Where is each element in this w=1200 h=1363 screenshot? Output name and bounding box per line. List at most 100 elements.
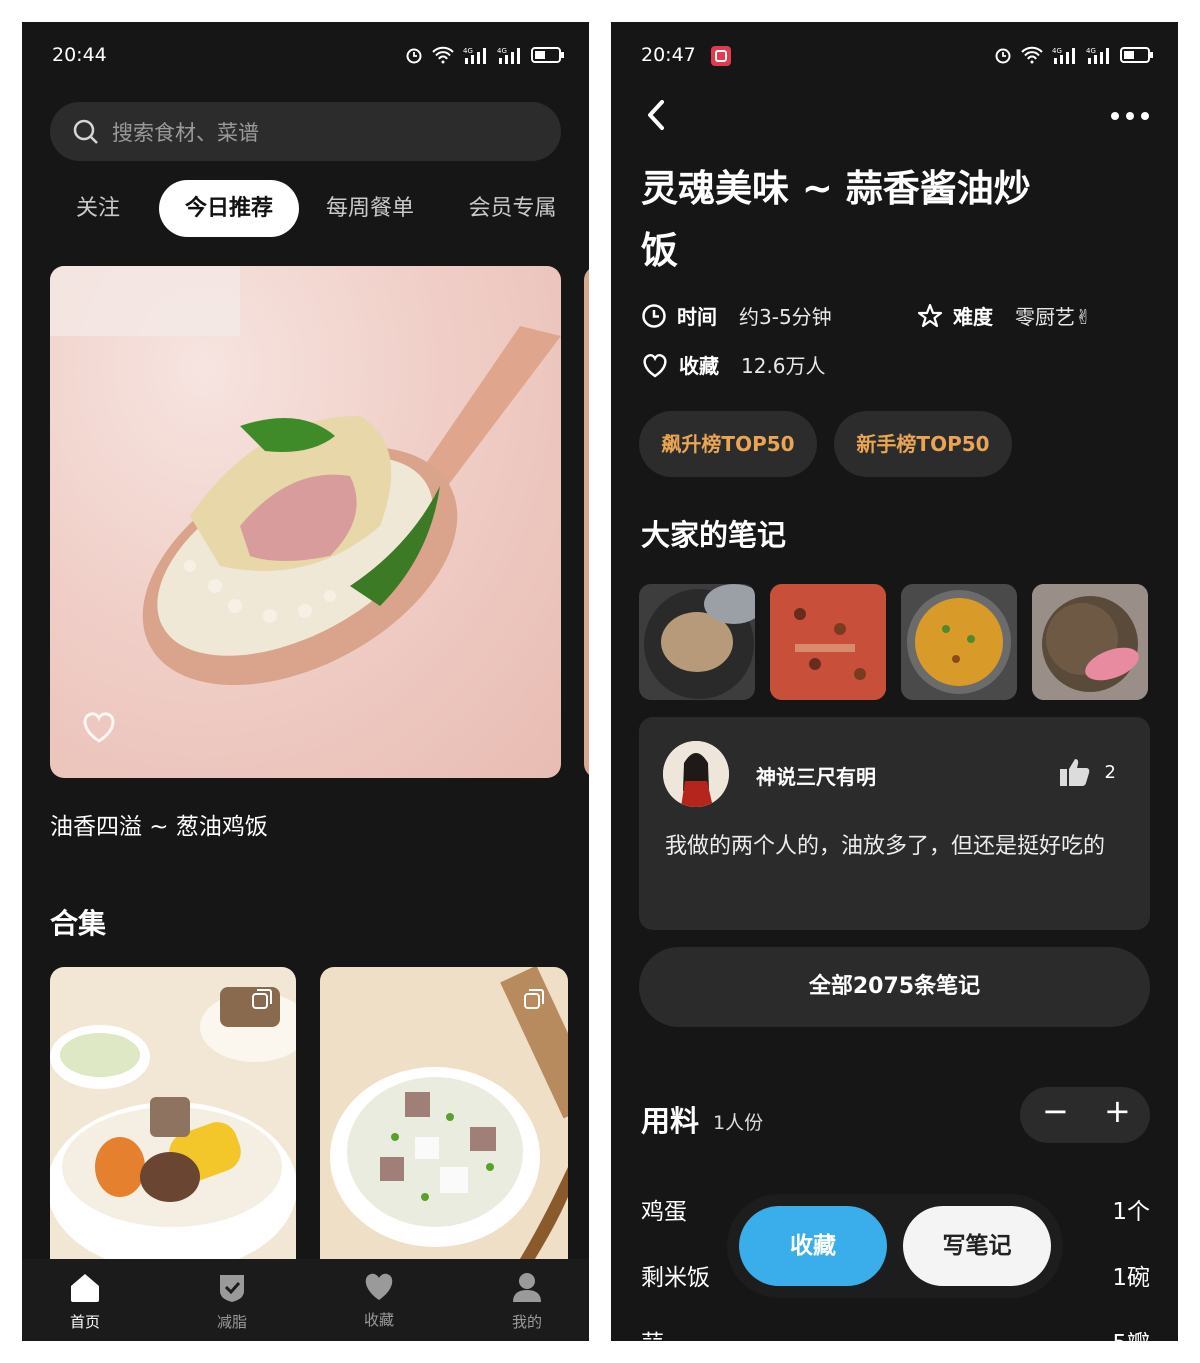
- signal-icon-2: 4G: [1086, 47, 1109, 64]
- note-text: 我做的两个人的，油放多了，但还是挺好吃的: [665, 834, 1106, 859]
- favorite-count-value: 12.6万人: [741, 354, 826, 378]
- tab-today[interactable]: 今日推荐: [159, 180, 299, 237]
- nav-fatloss-label: 减脂: [216, 1313, 247, 1331]
- home-screen: 20:44 4G 4G 搜索食材、菜谱 关注 今日推荐 每周餐单 会员专属 油香…: [22, 22, 589, 1341]
- ingredient-name: 鸡蛋: [641, 1199, 687, 1225]
- like-count: 2: [1104, 761, 1116, 783]
- cook-time-value: 约3-5分钟: [739, 305, 832, 329]
- ingredient-name: 蒜: [641, 1331, 664, 1341]
- featured-recipe-title[interactable]: 油香四溢 ~ 葱油鸡饭: [50, 807, 268, 841]
- back-arrow-icon[interactable]: [643, 98, 669, 132]
- favorite-count: 收藏 12.6万人: [641, 350, 826, 379]
- category-tabs: 关注 今日推荐 每周餐单 会员专属: [50, 180, 589, 237]
- tab-follow[interactable]: 关注: [50, 180, 146, 237]
- nav-fatloss[interactable]: 减脂: [192, 1271, 272, 1332]
- wifi-icon: [432, 46, 454, 64]
- ranking-chip-newbie[interactable]: 新手榜TOP50: [834, 411, 1012, 477]
- heart-icon: [365, 1273, 393, 1300]
- shield-check-icon: [220, 1275, 244, 1302]
- bottom-nav: 首页 减脂 收藏 我的: [22, 1259, 589, 1341]
- alarm-icon: [995, 48, 1011, 64]
- album-icon: [252, 989, 272, 1009]
- ingredient-amount: 5瓣: [1112, 1324, 1150, 1341]
- more-options-icon[interactable]: [1110, 110, 1150, 122]
- album-icon: [524, 989, 544, 1009]
- heart-outline-icon[interactable]: [80, 710, 118, 744]
- battery-icon: [531, 47, 564, 63]
- difficulty-label: 难度: [953, 305, 993, 329]
- search-input[interactable]: 搜索食材、菜谱: [50, 102, 561, 161]
- ingredients-heading: 用料: [641, 1104, 700, 1138]
- status-bar: 20:44 4G 4G: [22, 22, 589, 90]
- note-comment-card[interactable]: 神说三尺有明 2 我做的两个人的，油放多了，但还是挺好吃的: [639, 717, 1150, 930]
- wifi-icon: [1021, 46, 1043, 64]
- soup-bowl-illustration: [330, 967, 568, 1267]
- user-icon: [513, 1273, 541, 1302]
- recipe-title: 灵魂美味 ~ 蒜香酱油炒饭: [641, 167, 1031, 272]
- nav-profile-label: 我的: [511, 1313, 542, 1331]
- recipe-detail-screen: 20:47 4G 4G 灵魂美味 ~ 蒜香酱油炒饭 时间 约3-5分钟 难度 零…: [611, 22, 1178, 1341]
- svg-text:4G: 4G: [463, 47, 473, 55]
- svg-text:4G: 4G: [497, 47, 507, 55]
- all-notes-button[interactable]: 全部2075条笔记: [639, 947, 1150, 1027]
- clock-icon: [642, 303, 666, 328]
- servings-label: 1人份: [713, 1112, 764, 1134]
- like-button[interactable]: 2: [1059, 757, 1116, 787]
- app-notification-icon: [711, 46, 731, 66]
- note-thumbnail[interactable]: [1032, 584, 1148, 700]
- note-thumbnail[interactable]: [770, 584, 886, 700]
- signal-icon: 4G: [1052, 47, 1075, 64]
- write-note-button[interactable]: 写笔记: [903, 1206, 1051, 1286]
- thumbs-up-icon: [1059, 759, 1089, 786]
- ingredient-amount: 1碗: [1112, 1265, 1150, 1291]
- ranking-chip-rising[interactable]: 飙升榜TOP50: [639, 411, 817, 477]
- note-author[interactable]: 神说三尺有明: [756, 761, 876, 790]
- next-recipe-peek[interactable]: [584, 266, 589, 778]
- notes-heading: 大家的笔记: [641, 518, 787, 552]
- alarm-icon: [406, 48, 422, 64]
- nav-favorites[interactable]: 收藏: [339, 1271, 419, 1330]
- collection-card-1[interactable]: [50, 967, 296, 1267]
- cook-time-label: 时间: [677, 305, 717, 329]
- increase-servings-button[interactable]: +: [1104, 1092, 1131, 1130]
- status-time: 20:47: [641, 44, 696, 66]
- nav-favorites-label: 收藏: [363, 1311, 394, 1329]
- spoon-rice-illustration: [50, 266, 561, 686]
- home-icon: [71, 1274, 99, 1302]
- signal-icon-2: 4G: [497, 47, 520, 64]
- search-placeholder: 搜索食材、菜谱: [112, 120, 259, 145]
- cook-time: 时间 约3-5分钟: [641, 301, 832, 330]
- servings-stepper: − +: [1020, 1087, 1150, 1143]
- tab-weekly[interactable]: 每周餐单: [320, 180, 420, 237]
- nav-home[interactable]: 首页: [45, 1271, 125, 1332]
- rice-bowl-illustration: [50, 987, 296, 1267]
- search-icon: [73, 119, 98, 144]
- status-bar: 20:47 4G 4G: [611, 22, 1178, 90]
- collection-heading: 合集: [50, 907, 107, 940]
- status-icons: 4G 4G: [994, 46, 1154, 64]
- star-icon: [917, 303, 943, 327]
- featured-recipe-image[interactable]: [50, 266, 561, 778]
- tab-vip[interactable]: 会员专属: [460, 180, 565, 237]
- collection-card-2[interactable]: [320, 967, 568, 1267]
- status-icons: 4G 4G: [405, 46, 565, 64]
- note-thumbnail[interactable]: [639, 584, 755, 700]
- avatar[interactable]: [663, 741, 729, 807]
- svg-text:4G: 4G: [1086, 47, 1096, 55]
- difficulty: 难度 零厨艺✌: [917, 301, 1092, 330]
- note-thumbnail[interactable]: [901, 584, 1017, 700]
- difficulty-value: 零厨艺✌: [1015, 305, 1092, 329]
- floating-action-bar: 收藏 写笔记: [727, 1194, 1063, 1298]
- svg-text:4G: 4G: [1052, 47, 1062, 55]
- signal-icon: 4G: [463, 47, 486, 64]
- status-time: 20:44: [52, 44, 107, 66]
- ingredient-amount: 1个: [1112, 1199, 1150, 1225]
- nav-profile[interactable]: 我的: [487, 1271, 567, 1332]
- favorite-count-label: 收藏: [679, 354, 719, 378]
- battery-icon: [1120, 47, 1153, 63]
- heart-outline-icon: [643, 353, 667, 377]
- favorite-button[interactable]: 收藏: [739, 1206, 887, 1286]
- decrease-servings-button[interactable]: −: [1042, 1092, 1069, 1130]
- ingredient-name: 剩米饭: [641, 1265, 710, 1291]
- nav-home-label: 首页: [69, 1313, 100, 1331]
